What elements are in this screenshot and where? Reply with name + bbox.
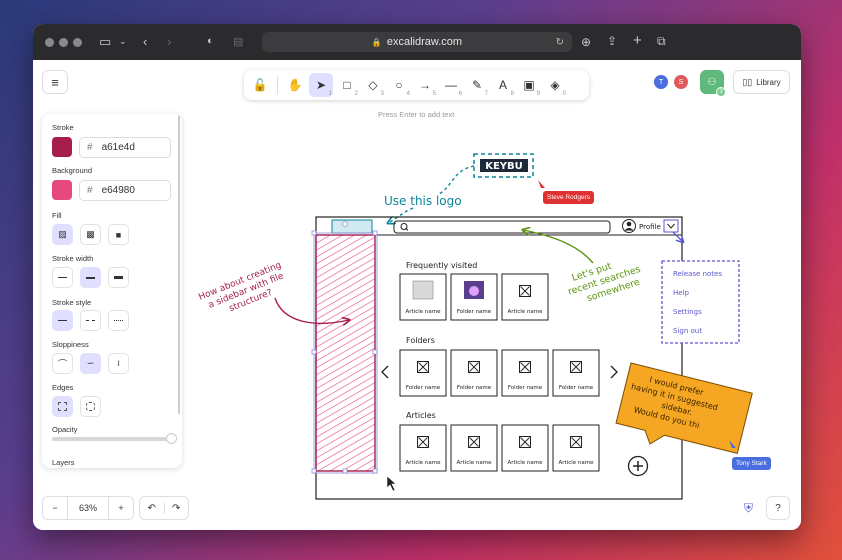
- privacy-shield-icon[interactable]: ◐: [207, 35, 214, 47]
- zoom-value[interactable]: 63%: [67, 497, 109, 519]
- card-label: Folder name: [406, 385, 441, 391]
- menu-item-sign-out[interactable]: Sign out: [673, 327, 702, 335]
- logo-text: KEYBU: [485, 161, 523, 172]
- logo-placeholder[interactable]: [331, 219, 373, 234]
- tab-overview-icon[interactable]: ⧉: [657, 34, 666, 49]
- selection-handle[interactable]: [372, 468, 378, 474]
- sticky-note[interactable]: I would prefer having it in suggested si…: [613, 362, 753, 465]
- encryption-shield-icon[interactable]: ⛨: [744, 501, 753, 516]
- collaborator-tag-tony: Tony Stark: [732, 457, 771, 470]
- back-icon[interactable]: ‹: [143, 34, 147, 49]
- url-bar[interactable]: 🔒 excalidraw.com ↻: [262, 32, 572, 52]
- redo-button[interactable]: ↷: [163, 502, 189, 514]
- browser-window: ▭ ⌄ ‹ › ◐ ▤ 🔒 excalidraw.com ↻ ⊕ ⇪ + ⧉ ≡…: [33, 24, 801, 530]
- card-grid: Article name Folder name Article name Folde…: [399, 273, 600, 472]
- collaborator-tag-steve: Steve Rodgers: [543, 191, 594, 204]
- browser-titlebar: ▭ ⌄ ‹ › ◐ ▤ 🔒 excalidraw.com ↻ ⊕ ⇪ + ⧉: [33, 24, 801, 60]
- card-label: Folder name: [508, 385, 543, 391]
- profile-label: Profile: [639, 223, 661, 231]
- card-label: Article name: [406, 309, 442, 315]
- card-label: Article name: [508, 309, 544, 315]
- search-note: Let's put recent searches somewhere: [563, 252, 649, 310]
- carousel-next-icon[interactable]: [610, 365, 618, 379]
- help-button[interactable]: ?: [766, 496, 790, 520]
- url-text: excalidraw.com: [386, 36, 463, 48]
- card-label: Folder name: [457, 385, 492, 391]
- sketch-search-bar[interactable]: [393, 220, 611, 234]
- menu-item-help[interactable]: Help: [673, 289, 690, 297]
- lock-icon: 🔒: [371, 37, 382, 47]
- sketch-sidebar[interactable]: [315, 234, 376, 472]
- collaborator-cursor-icon: [538, 180, 545, 188]
- profile-avatar-body: [624, 228, 634, 231]
- excalidraw-canvas[interactable]: ≡ 🔓 ✋ ➤ 1 □ 2 ◇ 3 ○ 4 → 5—6 ✎ 7 A 8 ▣ 9 ◈ 0 Press Enter to …: [33, 60, 801, 530]
- profile-avatar-head: [626, 221, 632, 227]
- card-label: Article name: [406, 460, 442, 466]
- zoom-in-button[interactable]: +: [109, 503, 133, 513]
- card-label: Folder name: [559, 385, 594, 391]
- history-controls: ↶ ↷: [139, 496, 189, 520]
- section-frequent-title: Frequently visited: [406, 261, 477, 270]
- wireframe-sketch: KEYBU Use this logo Profile How about cr…: [197, 153, 753, 500]
- chevron-down-icon[interactable]: ⌄: [119, 36, 127, 47]
- zoom-controls: − 63% +: [42, 496, 134, 520]
- sidebar-toggle-icon[interactable]: ▭: [99, 34, 111, 50]
- profile-chevron-icon: [667, 223, 675, 229]
- section-folders-title: Folders: [406, 336, 435, 345]
- card-label: Article name: [457, 460, 493, 466]
- card-label: Article name: [559, 460, 595, 466]
- undo-button[interactable]: ↶: [140, 503, 164, 514]
- card-photo-detail: [469, 286, 479, 296]
- download-icon[interactable]: ⊕: [581, 35, 591, 49]
- zoom-out-button[interactable]: −: [43, 503, 67, 513]
- menu-item-release-notes[interactable]: Release notes: [673, 270, 722, 278]
- selection-handle[interactable]: [372, 230, 378, 236]
- new-tab-icon[interactable]: +: [633, 32, 642, 49]
- logo-note: Use this logo: [384, 194, 462, 208]
- minimize-window-button[interactable]: [59, 38, 68, 47]
- menu-item-settings[interactable]: Settings: [673, 308, 702, 316]
- sketch-search-icon-handle: [405, 228, 409, 231]
- selection-handle[interactable]: [311, 349, 317, 355]
- profile-dropdown-frame[interactable]: [663, 219, 679, 233]
- selection-handle[interactable]: [311, 230, 317, 236]
- share-icon[interactable]: ⇪: [607, 34, 617, 48]
- carousel-prev-icon[interactable]: [381, 365, 389, 379]
- logo-note-arrow: [438, 165, 475, 195]
- selection-handle[interactable]: [372, 349, 378, 355]
- section-articles-title: Articles: [406, 411, 436, 420]
- card-scribble-image: [412, 280, 434, 300]
- selection-handle[interactable]: [311, 468, 317, 474]
- maximize-window-button[interactable]: [73, 38, 82, 47]
- forward-icon[interactable]: ›: [167, 34, 171, 49]
- reader-icon[interactable]: ▤: [233, 35, 243, 48]
- reload-icon[interactable]: ↻: [556, 37, 564, 48]
- rotation-handle[interactable]: [342, 221, 348, 227]
- mouse-cursor-icon: [386, 475, 397, 492]
- card-label: Article name: [508, 460, 544, 466]
- close-window-button[interactable]: [45, 38, 54, 47]
- selection-handle[interactable]: [342, 468, 348, 474]
- sidebar-note: How about creating a sidebar with file s…: [197, 259, 294, 323]
- card-label: Folder name: [457, 309, 492, 315]
- help-icon: ?: [775, 502, 781, 514]
